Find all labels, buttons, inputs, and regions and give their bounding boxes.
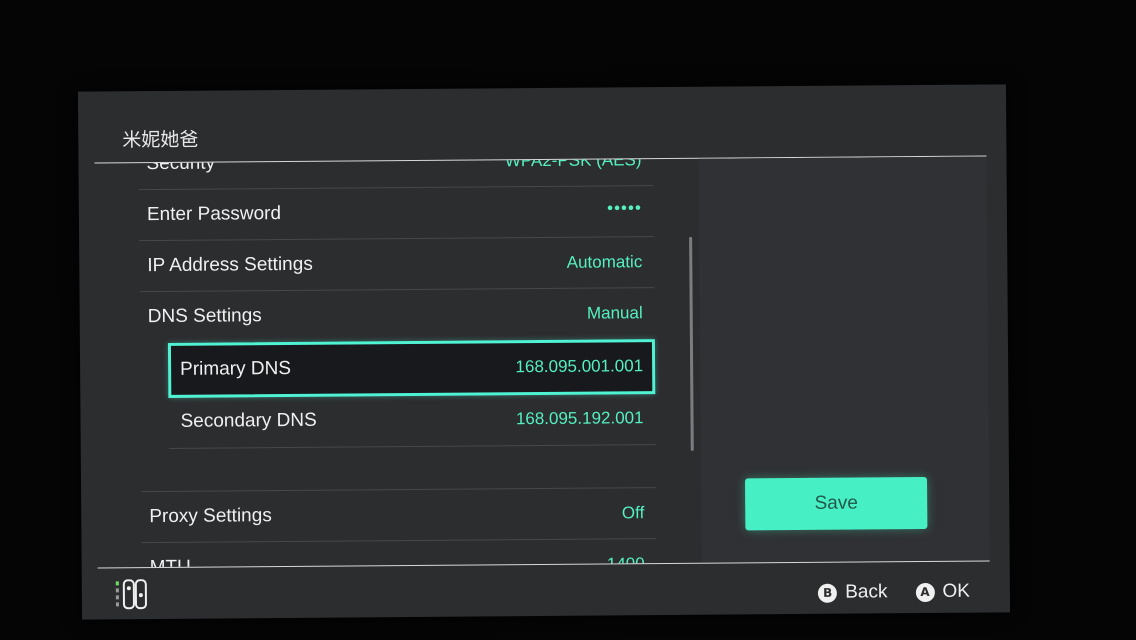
secondary-dns-row[interactable]: Secondary DNS 168.095.192.001 xyxy=(168,393,656,449)
password-mask-value: ••••• xyxy=(607,198,642,218)
enter-password-row[interactable]: Enter Password ••••• xyxy=(138,186,655,242)
dns-settings-label: DNS Settings xyxy=(147,305,262,328)
mtu-label: MTU xyxy=(150,557,191,567)
secondary-dns-value: 168.095.192.001 xyxy=(515,408,644,429)
list-spacer xyxy=(140,444,657,493)
enter-password-label: Enter Password xyxy=(146,203,282,226)
proxy-settings-value: Off xyxy=(621,503,645,523)
ip-address-settings-row[interactable]: IP Address Settings Automatic xyxy=(139,237,655,293)
secondary-dns-label: Secondary DNS xyxy=(180,409,317,432)
settings-list[interactable]: Security WPA2-PSK (AES) Enter Password •… xyxy=(138,159,662,568)
primary-dns-label: Primary DNS xyxy=(180,357,292,380)
settings-screen: 米妮她爸 Security WPA2-PSK (AES) Enter Passw… xyxy=(77,84,1011,620)
page-title: 米妮她爸 xyxy=(122,128,199,152)
list-scrollbar[interactable] xyxy=(689,236,694,451)
dns-settings-row[interactable]: DNS Settings Manual xyxy=(140,288,655,342)
joycon-controller-icon xyxy=(114,579,162,611)
primary-dns-value: 168.095.001.001 xyxy=(515,356,644,377)
back-label: Back xyxy=(845,581,888,603)
dns-settings-value: Manual xyxy=(586,303,643,323)
a-button-icon: A xyxy=(915,582,935,602)
proxy-settings-label: Proxy Settings xyxy=(149,505,272,528)
save-button[interactable]: Save xyxy=(744,476,928,531)
proxy-settings-row[interactable]: Proxy Settings Off xyxy=(141,488,657,544)
footer-actions: B Back A OK xyxy=(818,581,970,604)
mtu-value: 1400 xyxy=(606,554,645,568)
ok-label: OK xyxy=(942,580,970,602)
b-button-icon: B xyxy=(818,583,838,603)
ip-address-settings-label: IP Address Settings xyxy=(147,253,313,277)
security-value: WPA2-PSK (AES) xyxy=(504,159,642,171)
ok-action[interactable]: A OK xyxy=(915,581,970,603)
primary-dns-row[interactable]: Primary DNS 168.095.001.001 xyxy=(167,339,656,398)
ip-address-settings-value: Automatic xyxy=(566,252,643,272)
security-row[interactable]: Security WPA2-PSK (AES) xyxy=(138,159,654,191)
back-action[interactable]: B Back xyxy=(818,581,888,604)
